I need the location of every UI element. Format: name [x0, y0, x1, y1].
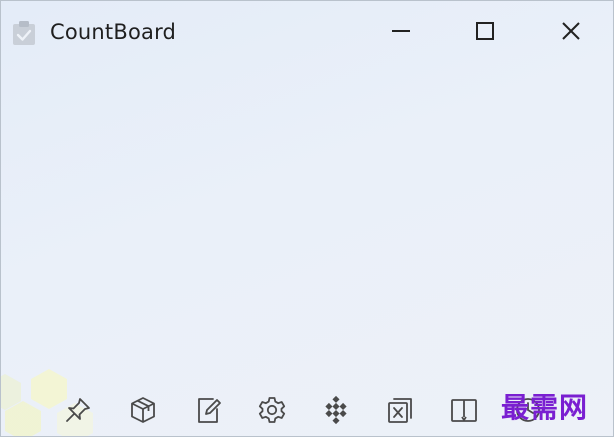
cube-button[interactable] [126, 395, 160, 429]
title-bar[interactable]: CountBoard [1, 1, 613, 63]
app-window: CountBoard 最需网 [0, 0, 614, 437]
window-title: CountBoard [50, 20, 177, 44]
book-button[interactable] [447, 395, 481, 429]
watermark-text: 最需网 [501, 391, 589, 424]
checkerboard-icon [321, 395, 351, 429]
book-icon [449, 395, 479, 429]
close-icon [560, 20, 582, 46]
close-copy-button[interactable] [383, 395, 417, 429]
clipboard-check-icon [12, 20, 36, 46]
minimize-button[interactable] [379, 15, 423, 51]
pin-icon [63, 395, 93, 429]
close-button[interactable] [549, 15, 593, 51]
minimize-icon [390, 20, 412, 46]
maximize-button[interactable] [463, 15, 507, 51]
copy-close-icon [385, 395, 415, 429]
gear-icon [257, 395, 287, 429]
settings-button[interactable] [255, 395, 289, 429]
cube-icon [128, 395, 158, 429]
checkerboard-button[interactable] [319, 395, 353, 429]
maximize-icon [474, 20, 496, 46]
edit-button[interactable] [191, 395, 225, 429]
edit-icon [193, 395, 223, 429]
pin-button[interactable] [61, 395, 95, 429]
